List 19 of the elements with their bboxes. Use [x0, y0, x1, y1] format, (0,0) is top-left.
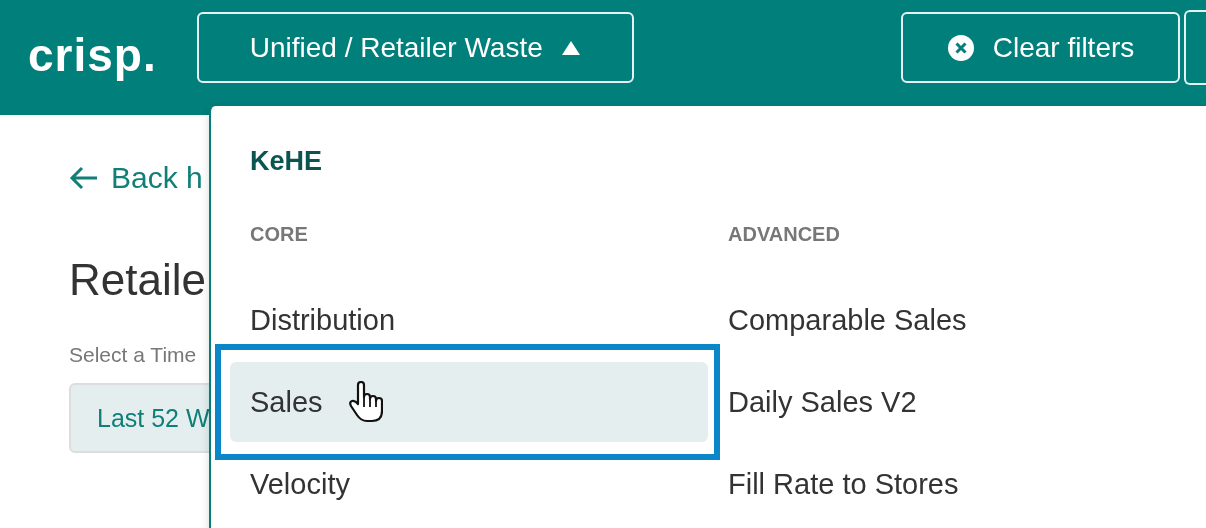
clear-filters-button[interactable]: Clear filters [901, 12, 1180, 83]
report-selector[interactable]: Unified / Retailer Waste [196, 12, 634, 83]
caret-icon [560, 39, 581, 56]
logo: crisp. [28, 27, 157, 82]
menu-item[interactable]: Comparable Sales [708, 280, 1186, 360]
header-button[interactable] [1184, 10, 1206, 85]
menu-item[interactable]: Sales [230, 362, 708, 442]
clear-icon [946, 33, 975, 62]
menu-item[interactable]: Fill Rate to Stores [708, 444, 1186, 524]
time-label: Select a Time [69, 343, 197, 367]
back-link[interactable]: Back h [69, 161, 203, 195]
menu-item[interactable]: Distribution [230, 280, 708, 360]
menu-item[interactable]: Daily Sales V2 [708, 362, 1186, 442]
hand-cursor-icon [348, 381, 383, 423]
arrow-left-icon [69, 166, 99, 190]
menu-title: KeHE [250, 146, 324, 177]
section-heading: ADVANCED [728, 222, 841, 247]
page-title: Retaile [69, 255, 206, 305]
section-heading: CORE [250, 222, 309, 247]
